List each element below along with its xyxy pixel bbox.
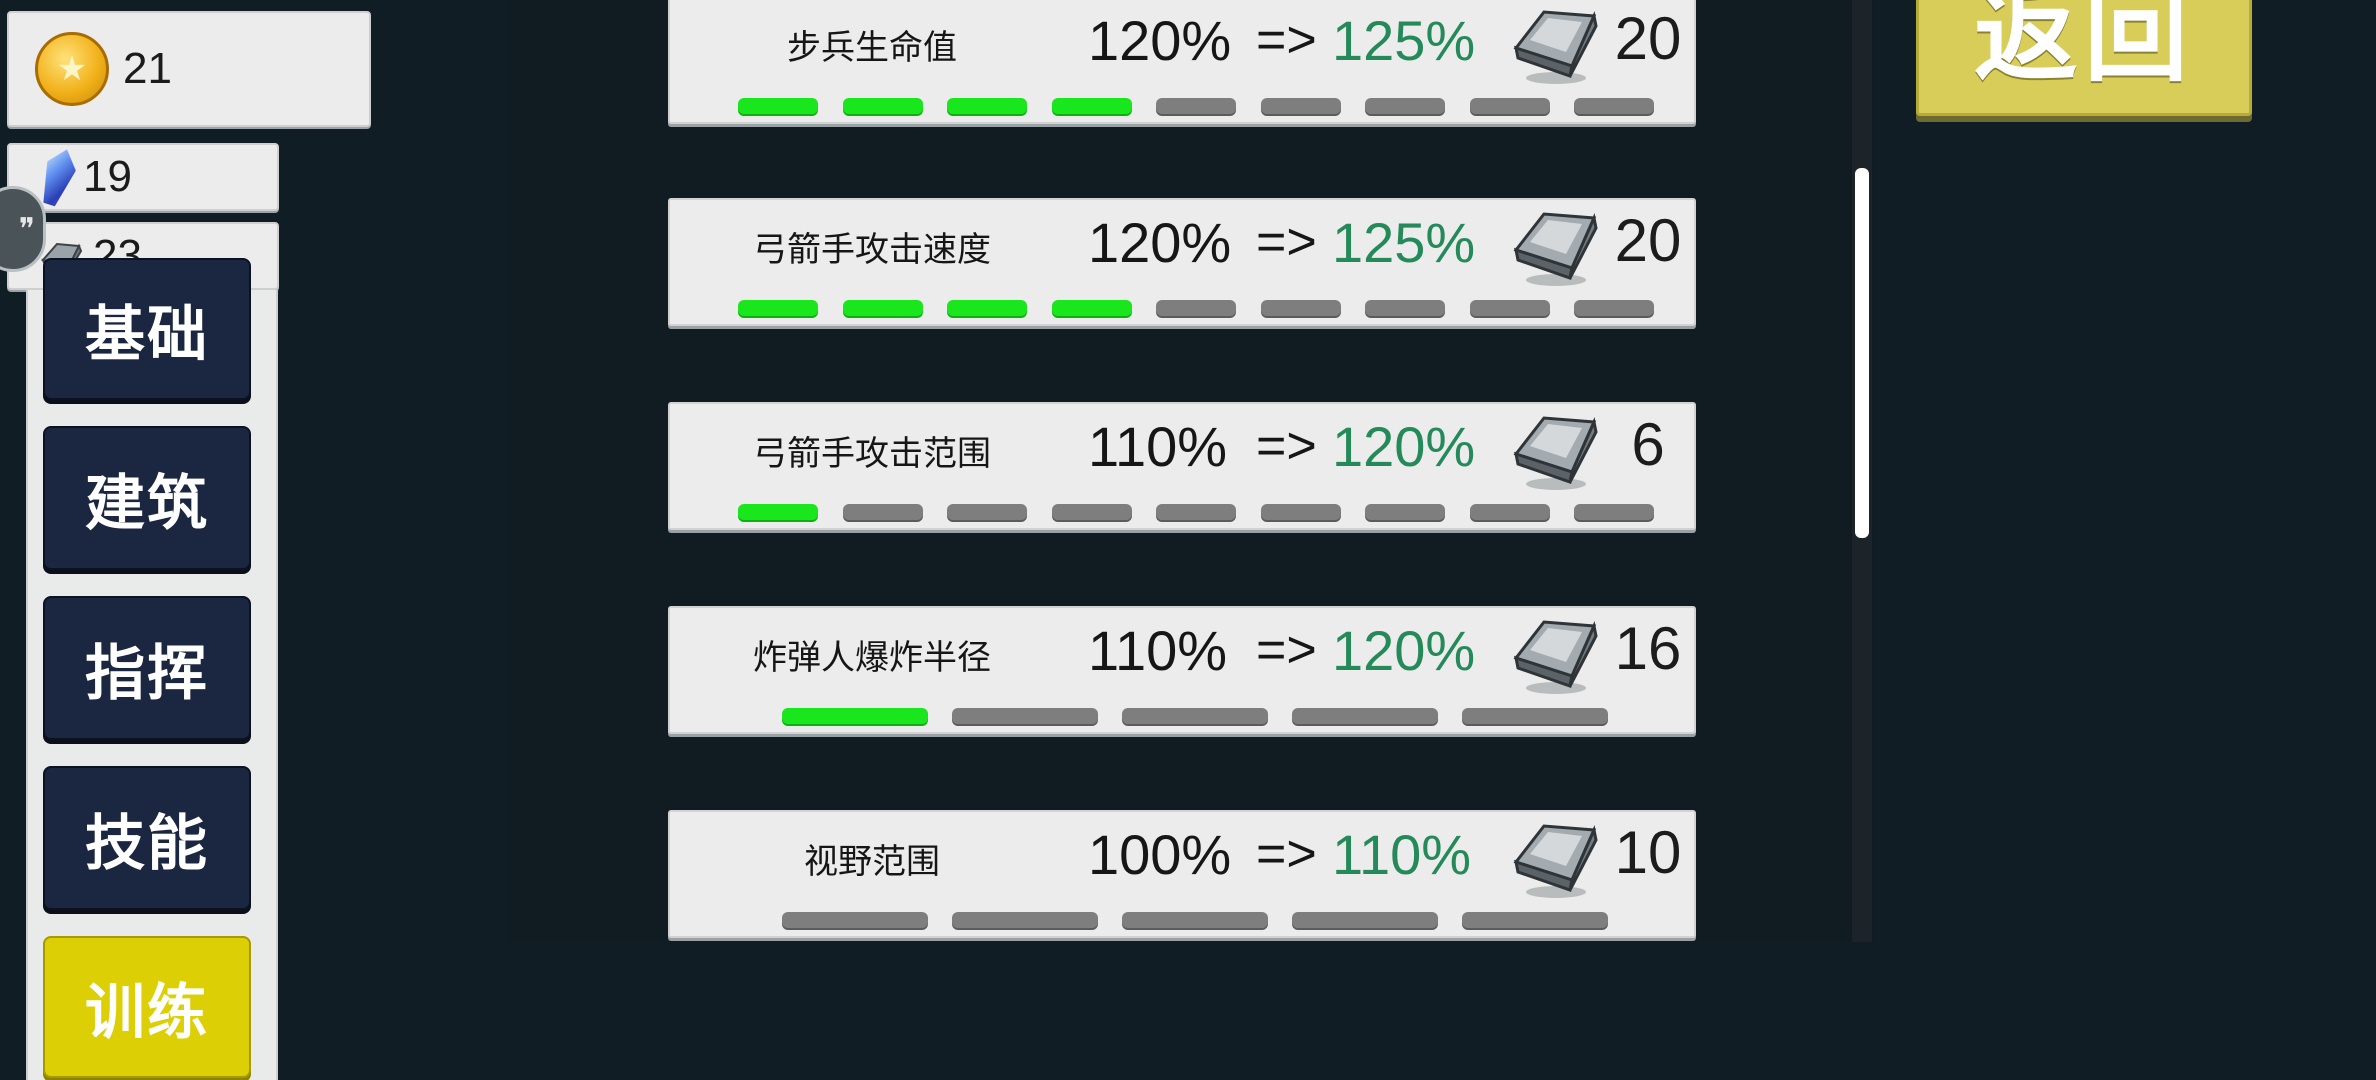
tab-building[interactable]: 建筑	[43, 426, 251, 570]
scrollbar-thumb[interactable]	[1855, 168, 1869, 538]
upgrade-cost: 6	[1631, 411, 1665, 478]
level-pip-empty	[1260, 504, 1341, 520]
level-pip-filled	[1051, 98, 1132, 114]
upgrade-arrow: =>	[1256, 621, 1317, 679]
upgrade-card[interactable]: 步兵生命值 120% => 125% 20	[668, 0, 1696, 124]
upgrade-arrow: =>	[1256, 417, 1317, 475]
next-value: 120%	[1332, 415, 1476, 478]
tab-command[interactable]: 指挥	[43, 596, 251, 740]
level-pip-empty	[1469, 504, 1550, 520]
tab-skill[interactable]: 技能	[43, 766, 251, 910]
upgrade-arrow: =>	[1256, 11, 1317, 69]
level-pip-empty	[1260, 98, 1341, 114]
level-pip-empty	[1260, 300, 1341, 316]
current-value: 110%	[1088, 415, 1228, 478]
gold-value: 21	[123, 44, 172, 93]
level-pip-empty	[1462, 912, 1608, 928]
level-pip-empty	[1462, 708, 1608, 724]
upgrade-name: 视野范围	[804, 842, 940, 882]
tab-training[interactable]: 训练	[43, 936, 251, 1078]
next-value: 120%	[1332, 619, 1476, 682]
gem-value: 19	[83, 152, 132, 201]
upgrade-name: 步兵生命值	[787, 28, 957, 68]
level-pip-empty	[1156, 300, 1236, 316]
level-pip-filled	[947, 300, 1027, 316]
level-pip-empty	[952, 708, 1098, 724]
upgrade-card[interactable]: 炸弹人爆炸半径 110% => 120% 16	[668, 606, 1696, 734]
level-pip-empty	[952, 912, 1098, 928]
upgrade-cost: 10	[1614, 819, 1682, 886]
iron-ingot-icon	[1508, 0, 1600, 86]
level-pip-empty	[1365, 504, 1445, 520]
back-button[interactable]: 返回	[1916, 0, 2252, 116]
level-pip-empty	[1051, 504, 1132, 520]
iron-ingot-icon	[1508, 610, 1600, 696]
level-pip-filled	[738, 300, 818, 316]
upgrade-card[interactable]: 弓箭手攻击速度 120% => 125% 20	[668, 198, 1696, 326]
level-pip-filled	[782, 708, 928, 724]
current-value: 100%	[1088, 823, 1232, 886]
upgrade-card[interactable]: 弓箭手攻击范围 110% => 120% 6	[668, 402, 1696, 530]
gold-coin-icon: ★	[35, 32, 109, 106]
next-value: 125%	[1332, 211, 1476, 274]
upgrade-cost: 20	[1614, 5, 1682, 72]
level-pip-empty	[947, 504, 1027, 520]
level-pip-empty	[842, 504, 923, 520]
game-screen: ★ 21 19 23 ❞ 基础 建筑 指挥 技能 训练 步兵生命值 120% => 1…	[0, 0, 2376, 1080]
tab-basic[interactable]: 基础	[43, 258, 251, 400]
gold-counter: ★ 21	[7, 11, 371, 127]
upgrade-name: 弓箭手攻击范围	[753, 434, 991, 474]
iron-ingot-icon	[1508, 202, 1600, 288]
upgrade-arrow: =>	[1256, 213, 1317, 271]
level-pip-empty	[1156, 504, 1236, 520]
current-value: 120%	[1088, 9, 1232, 72]
level-pip-filled	[1051, 300, 1132, 316]
level-pip-empty	[1292, 912, 1438, 928]
level-pip-filled	[842, 98, 923, 114]
level-pip-empty	[1365, 300, 1445, 316]
level-pip-filled	[947, 98, 1027, 114]
level-pip-empty	[1574, 504, 1654, 520]
level-pip-empty	[1469, 300, 1550, 316]
level-pip-empty	[1574, 98, 1654, 114]
next-value: 125%	[1332, 9, 1476, 72]
upgrade-name: 弓箭手攻击速度	[753, 230, 991, 270]
upgrade-cost: 16	[1614, 615, 1682, 682]
level-pip-empty	[1122, 708, 1268, 724]
level-pip-filled	[738, 98, 818, 114]
level-pip-empty	[782, 912, 928, 928]
upgrade-cost: 20	[1614, 207, 1682, 274]
upgrade-card[interactable]: 视野范围 100% => 110% 10	[668, 810, 1696, 938]
chat-bubble-icon[interactable]: ❞	[0, 186, 46, 272]
level-pip-empty	[1292, 708, 1438, 724]
current-value: 110%	[1088, 619, 1228, 682]
level-pip-filled	[842, 300, 923, 316]
iron-ingot-icon	[1508, 406, 1600, 492]
next-value: 110%	[1332, 823, 1472, 886]
current-value: 120%	[1088, 211, 1232, 274]
level-pip-empty	[1574, 300, 1654, 316]
level-pip-empty	[1469, 98, 1550, 114]
upgrade-name: 炸弹人爆炸半径	[753, 638, 991, 678]
level-pip-empty	[1122, 912, 1268, 928]
level-pip-empty	[1365, 98, 1445, 114]
upgrade-arrow: =>	[1256, 825, 1317, 883]
gem-counter: 19	[7, 143, 279, 211]
iron-ingot-icon	[1508, 814, 1600, 900]
blue-gem-icon	[35, 145, 81, 209]
level-pip-empty	[1156, 98, 1236, 114]
level-pip-filled	[738, 504, 818, 520]
